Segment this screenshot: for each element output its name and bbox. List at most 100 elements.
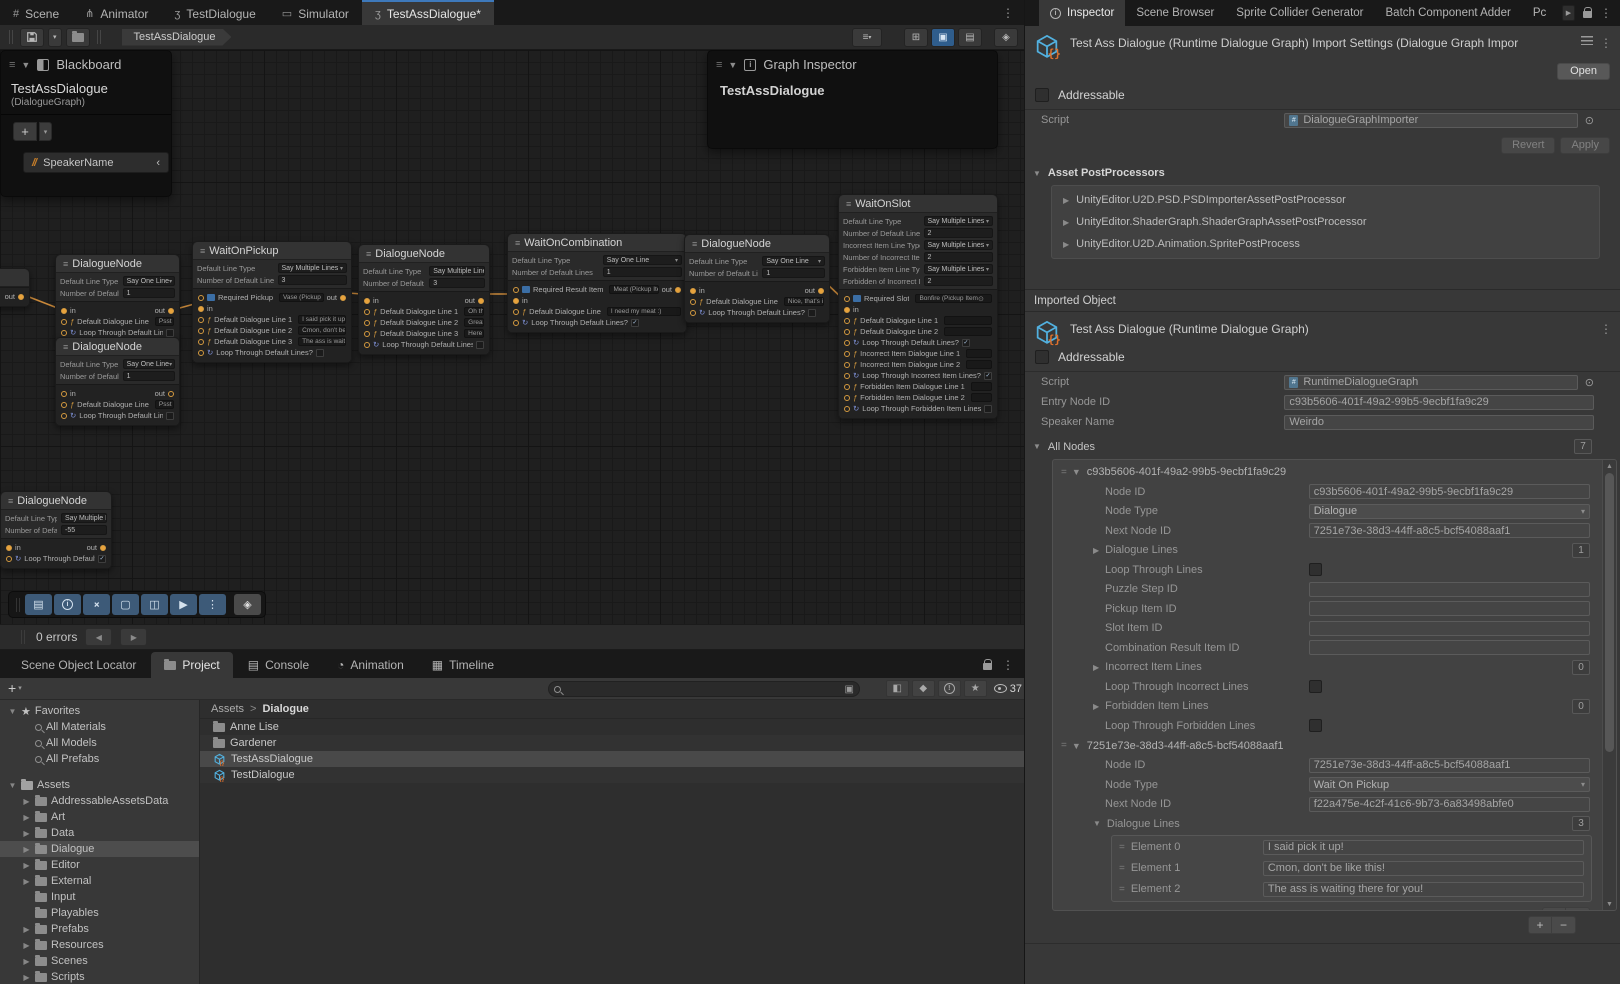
toolbar-drag-handle[interactable] <box>9 30 13 44</box>
script-field[interactable]: # DialogueGraphImporter <box>1284 113 1577 128</box>
row-field[interactable]: c93b5606-401f-49a2-99b5-9ecbf1fa9c29 <box>1284 395 1594 410</box>
port-value-field[interactable]: I need my meat :) <box>607 307 681 316</box>
input-port[interactable] <box>198 306 204 312</box>
sidebar-item-scripts[interactable]: ▶Scripts <box>0 969 199 984</box>
warnings-filter-button[interactable]: ! <box>938 680 961 697</box>
editor-tab-simulator[interactable]: ▭Simulator <box>269 0 362 25</box>
property-dropdown[interactable]: Say Multiple Lines▾ <box>61 513 107 523</box>
kebab-menu-icon[interactable]: ⋮ <box>1002 658 1014 672</box>
frame-all-button[interactable]: ◈ <box>994 28 1018 47</box>
output-port[interactable] <box>818 288 824 294</box>
foldout-arrow-icon[interactable]: ▶ <box>22 845 31 854</box>
editor-tab-testassdialogue[interactable]: ʒTestAssDialogue* <box>362 0 494 25</box>
input-port[interactable] <box>513 298 519 304</box>
input-port[interactable] <box>364 298 370 304</box>
row-field[interactable] <box>1309 601 1590 616</box>
kebab-menu-icon[interactable]: ⋮ <box>992 6 1024 20</box>
notes-button[interactable]: ▤ <box>25 594 52 615</box>
sidebar-item-favorites[interactable]: ▼★Favorites <box>0 703 199 719</box>
next-error-button[interactable]: ▶ <box>120 628 147 646</box>
element-field[interactable]: The ass is waiting there for you! <box>1263 882 1584 897</box>
input-port[interactable] <box>844 406 850 412</box>
sidebar-item-data[interactable]: ▶Data <box>0 825 199 841</box>
postprocessor-item[interactable]: ▶UnityEditor.U2D.PSD.PSDImporterAssetPos… <box>1052 189 1599 211</box>
row-field[interactable]: 7251e73e-38d3-44ff-a8c5-bcf54088aaf1 <box>1309 758 1590 773</box>
port-value-field[interactable]: Oh thank yo <box>464 307 484 316</box>
sidebar-item-prefabs[interactable]: ▶Prefabs <box>0 921 199 937</box>
sidebar-item-playables[interactable]: Playables <box>0 905 199 921</box>
all-nodes-foldout[interactable]: ▼ All Nodes 7 <box>1025 432 1620 458</box>
sidebar-item-input[interactable]: Input <box>0 889 199 905</box>
port-value-field[interactable]: Cmon, don't be like this! <box>298 326 346 335</box>
output-port[interactable] <box>168 391 174 397</box>
toolbar-drag-handle[interactable] <box>16 598 20 612</box>
addressable-checkbox[interactable] <box>1035 88 1049 102</box>
graph-breadcrumb[interactable]: TestAssDialogue <box>122 29 232 46</box>
graph-node-wait-on-combination[interactable]: ≡WaitOnCombinationDefault Line TypeSay O… <box>507 233 687 333</box>
port-value-field[interactable] <box>966 360 992 369</box>
row-field[interactable]: #RuntimeDialogueGraph <box>1284 375 1577 390</box>
port-checkbox[interactable]: ✓ <box>631 319 639 327</box>
property-field[interactable]: 2 <box>924 228 994 238</box>
port-value-field[interactable]: Bonfire (Pickup Item⊙ <box>915 294 992 303</box>
sidebar-item-all-materials[interactable]: All Materials <box>0 719 199 735</box>
port-value-field[interactable] <box>944 327 992 336</box>
object-picker-icon[interactable]: ⊙ <box>1585 114 1594 127</box>
add-property-button[interactable]: + <box>13 122 37 141</box>
property-dropdown[interactable]: Say One Line▾ <box>123 276 175 286</box>
row-checkbox[interactable] <box>1309 680 1322 693</box>
foldout-arrow-icon[interactable]: ▶ <box>22 813 31 822</box>
list-options-button[interactable]: ≡ ▾ <box>852 28 882 47</box>
port-checkbox[interactable] <box>316 349 324 357</box>
open-search-window-icon[interactable]: ▣ <box>845 684 854 695</box>
sidebar-item-dialogue[interactable]: ▶Dialogue <box>0 841 199 857</box>
input-port[interactable] <box>513 309 519 315</box>
input-port[interactable] <box>61 391 67 397</box>
file-item-testdialogue[interactable]: {}TestDialogue <box>200 767 1024 783</box>
row-field[interactable]: 7251e73e-38d3-44ff-a8c5-bcf54088aaf1 <box>1309 523 1590 538</box>
input-port[interactable] <box>513 287 519 293</box>
foldout-arrow-icon[interactable]: ▶ <box>22 925 31 934</box>
output-port[interactable] <box>18 294 24 300</box>
graph-node-start-node[interactable]: ≡StartNodeSpeakerNameout <box>0 268 30 307</box>
editor-tab-animator[interactable]: ⋔Animator <box>72 0 161 25</box>
postprocessor-item[interactable]: ▶UnityEditor.ShaderGraph.ShaderGraphAsse… <box>1052 211 1599 233</box>
collapse-arrow-icon[interactable]: ▼ <box>21 60 30 70</box>
revert-button[interactable]: Revert <box>1501 137 1555 154</box>
input-port[interactable] <box>198 328 204 334</box>
port-value-field[interactable]: Psst boy... W <box>155 317 174 326</box>
input-port[interactable] <box>844 362 850 368</box>
node-entry-header[interactable]: =▼7251e73e-38d3-44ff-a8c5-bcf54088aaf1 <box>1053 736 1600 756</box>
row-dropdown[interactable]: Dialogue▾ <box>1309 504 1590 519</box>
input-port[interactable] <box>61 330 67 336</box>
input-port[interactable] <box>6 545 12 551</box>
create-asset-button[interactable]: +▾ <box>8 680 22 696</box>
property-field[interactable]: 1 <box>123 371 175 381</box>
chart-view-button[interactable]: ▤ <box>958 28 982 47</box>
row-field[interactable] <box>1309 640 1590 655</box>
port-value-field[interactable]: Nice, that's it! <box>784 297 824 306</box>
property-dropdown[interactable]: Say Multiple Lines▾ <box>924 216 994 226</box>
inspector-tab-inspector[interactable]: iInspector <box>1039 0 1125 26</box>
inspector-tab-sprite-collider-generator[interactable]: Sprite Collider Generator <box>1225 0 1374 26</box>
output-port[interactable] <box>100 545 106 551</box>
tab-scene-object-locator[interactable]: Scene Object Locator <box>8 652 149 678</box>
property-dropdown[interactable]: Say One Line▾ <box>603 255 682 265</box>
foldout-arrow-icon[interactable]: ▶ <box>22 877 31 886</box>
save-dropdown-button[interactable]: ▾ <box>48 28 62 47</box>
blackboard-property-speakername[interactable]: // SpeakerName ‹ <box>23 152 169 173</box>
play-button[interactable]: ▶ <box>170 594 197 615</box>
input-port[interactable] <box>690 288 696 294</box>
sidebar-item-assets[interactable]: ▼Assets <box>0 777 199 793</box>
add-element-button[interactable]: + <box>1543 908 1566 912</box>
foldout-arrow-icon[interactable]: ▶ <box>22 957 31 966</box>
graph-node-dialogue-node-2[interactable]: ≡DialogueNodeDefault Line TypeSay One Li… <box>55 337 180 426</box>
sprite-packer-button[interactable]: ◧ <box>886 680 909 697</box>
graph-node-dialogue-node-4[interactable]: ≡DialogueNodeDefault Line TypeSay One Li… <box>684 234 830 323</box>
graph-canvas[interactable]: ≡StartNodeSpeakerNameout ≡DialogueNodeDef… <box>0 50 1024 624</box>
tab-console[interactable]: ▤Console <box>235 652 322 678</box>
input-port[interactable] <box>844 395 850 401</box>
input-port[interactable] <box>364 320 370 326</box>
pen-toggle-button[interactable]: ◈ <box>234 594 261 615</box>
port-value-field[interactable]: I said pick it up! <box>298 315 346 324</box>
